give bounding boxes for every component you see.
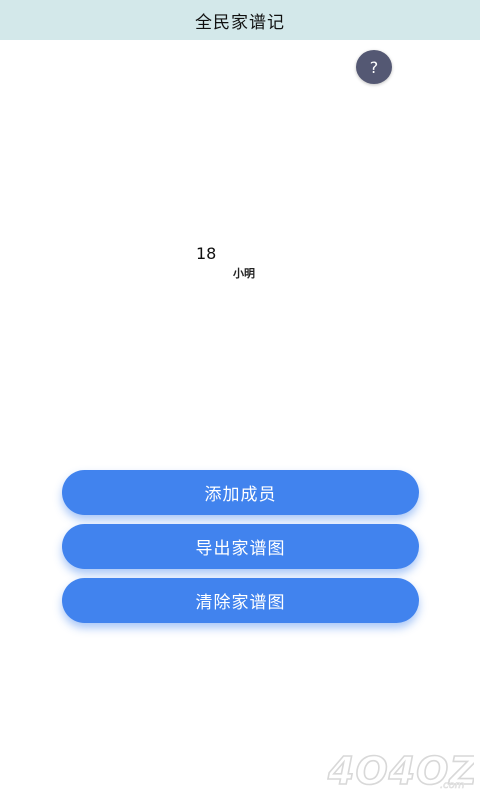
help-button[interactable]: ? (356, 50, 392, 84)
member-name: 小明 (233, 267, 255, 280)
site-watermark-logo: 4O4OZ .com (326, 748, 474, 794)
clear-tree-button[interactable]: 清除家谱图 (62, 578, 419, 623)
clear-tree-label: 清除家谱图 (195, 593, 286, 613)
title-bar: 全民家谱记 (0, 0, 480, 40)
export-tree-button[interactable]: 导出家谱图 (62, 524, 419, 569)
app-title: 全民家谱记 (195, 12, 285, 33)
export-tree-label: 导出家谱图 (195, 539, 286, 559)
member-age: 18 (196, 244, 217, 263)
add-member-label: 添加成员 (204, 485, 277, 505)
question-mark-icon: ? (369, 57, 379, 77)
add-member-button[interactable]: 添加成员 (62, 470, 419, 515)
family-member-node[interactable]: 18 小明 (188, 242, 268, 282)
svg-text:.com: .com (440, 780, 465, 791)
